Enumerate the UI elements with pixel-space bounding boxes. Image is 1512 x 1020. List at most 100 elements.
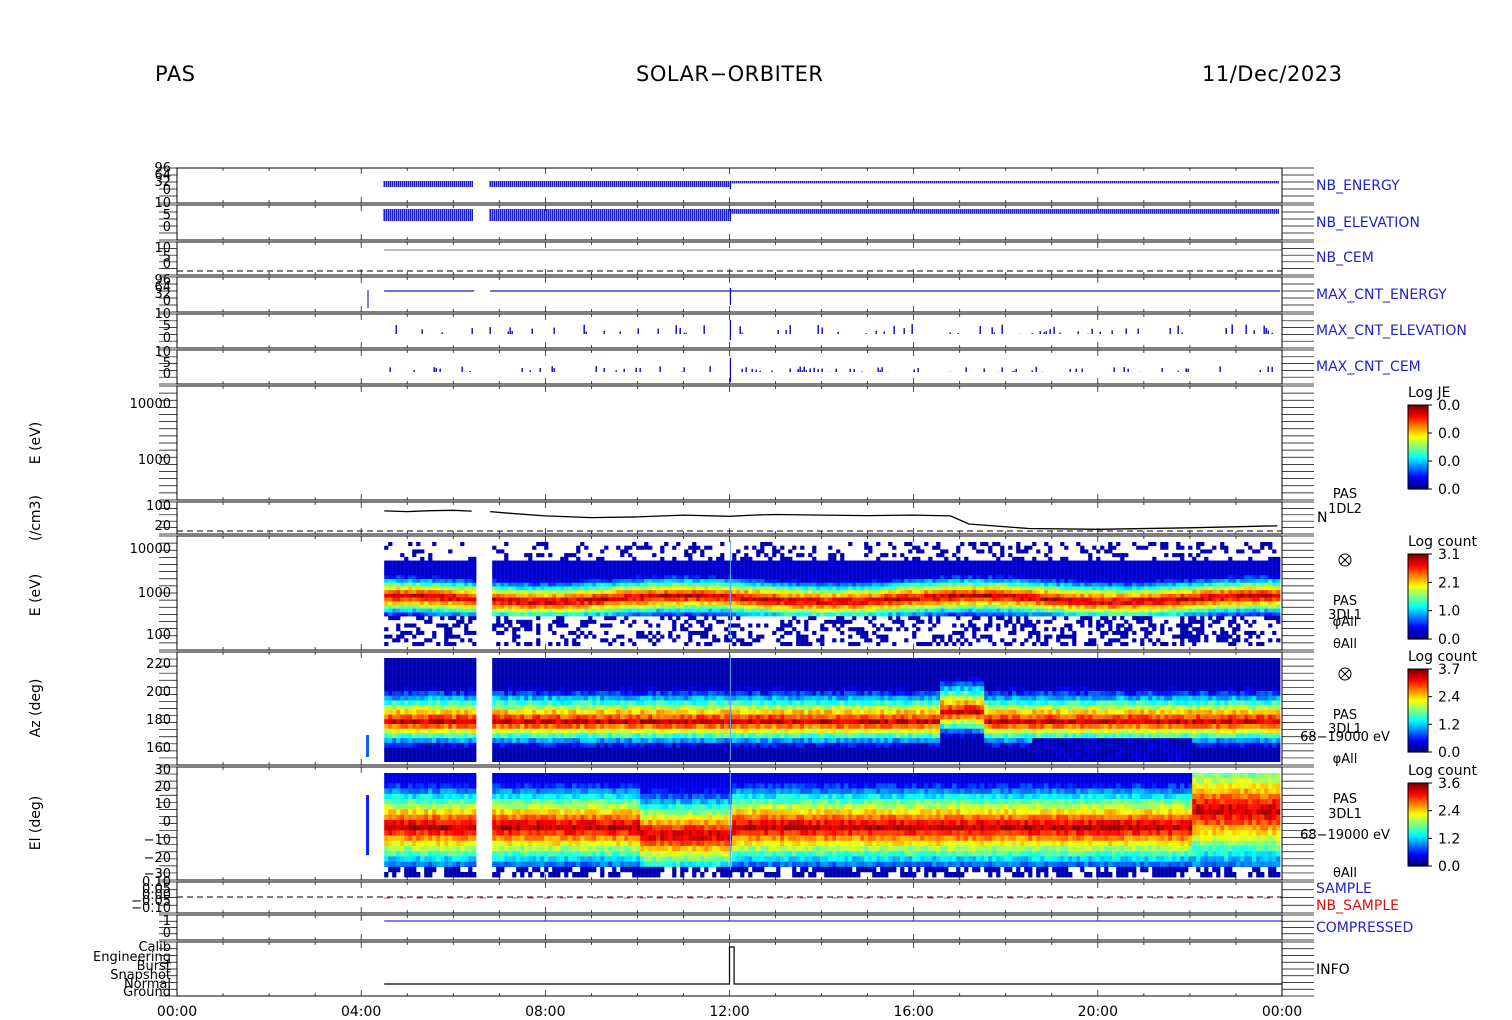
energy_spectrogram-cell bbox=[712, 608, 717, 613]
azimuth_spectrogram-tick-label: 200 bbox=[146, 685, 171, 700]
energy_spectrogram-cell bbox=[436, 579, 441, 584]
energy_spectrogram-cell bbox=[516, 567, 521, 572]
energy_spectrogram-cell bbox=[536, 571, 541, 576]
energy_spectrogram-cell bbox=[436, 575, 441, 580]
energy_spectrogram-cell bbox=[648, 638, 653, 643]
energy_spectrogram-cell bbox=[604, 567, 609, 572]
energy_spectrogram-cell bbox=[632, 575, 637, 580]
energy_spectrogram-cell bbox=[736, 549, 741, 554]
energy_spectrogram-cell bbox=[428, 553, 433, 558]
energy_spectrogram-cell bbox=[592, 586, 597, 591]
energy_spectrogram-cell bbox=[688, 586, 693, 591]
energy_spectrogram-cell bbox=[596, 571, 601, 576]
energy_spectrogram-cell bbox=[688, 638, 693, 643]
energy_spectrogram-cell bbox=[696, 586, 701, 591]
energy_spectrogram-cell bbox=[448, 590, 453, 595]
energy_spectrogram-cell bbox=[560, 575, 565, 580]
energy_spectrogram-cell bbox=[588, 567, 593, 572]
energy_spectrogram-cell bbox=[748, 630, 753, 635]
energy_spectrogram-cell bbox=[556, 619, 561, 624]
otimes-icon bbox=[1340, 669, 1350, 679]
energy_spectrogram-cell bbox=[752, 608, 757, 613]
energy_spectrogram-cell bbox=[568, 601, 573, 606]
energy_spectrogram-cell bbox=[652, 604, 657, 610]
energy_spectrogram-cell bbox=[576, 612, 581, 617]
energy_spectrogram-cell bbox=[672, 604, 677, 610]
energy_spectrogram-cell bbox=[576, 597, 581, 602]
energy_spectrogram-cell bbox=[604, 582, 609, 587]
energy_spectrogram-cell bbox=[724, 590, 729, 595]
energy_spectrogram-cell bbox=[528, 553, 533, 558]
energy_spectrogram-cell bbox=[668, 597, 673, 602]
energy_spectrogram-cell bbox=[644, 601, 649, 606]
energy_spectrogram-cell bbox=[668, 575, 673, 580]
energy_spectrogram-cell bbox=[468, 604, 473, 610]
energy_spectrogram-cell bbox=[448, 601, 453, 606]
energy_spectrogram-cell bbox=[564, 597, 569, 602]
energy_spectrogram-cell bbox=[640, 634, 645, 639]
energy_spectrogram-cell bbox=[672, 560, 677, 565]
energy_spectrogram-cell bbox=[720, 608, 725, 613]
energy_spectrogram-cell bbox=[564, 623, 569, 628]
energy_spectrogram-cell bbox=[688, 545, 693, 550]
energy_spectrogram-cell bbox=[656, 593, 661, 598]
energy_spectrogram-cell bbox=[416, 586, 421, 591]
energy_spectrogram-cell bbox=[512, 634, 517, 639]
energy_spectrogram-cell bbox=[512, 608, 517, 613]
energy_spectrogram-cell bbox=[684, 579, 689, 584]
energy_spectrogram-cell bbox=[704, 627, 709, 632]
max_cnt_cem-label: MAX_CNT_CEM bbox=[1316, 359, 1421, 375]
energy_spectrogram-cell bbox=[552, 564, 557, 569]
energy_spectrogram-cell bbox=[552, 601, 557, 606]
energy_spectrogram-cell bbox=[732, 575, 737, 580]
energy_spectrogram-cell bbox=[684, 608, 689, 613]
energy_spectrogram-cell bbox=[608, 590, 613, 595]
energy_spectrogram-cell bbox=[548, 642, 553, 647]
energy_spectrogram-cell bbox=[748, 560, 753, 565]
energy_spectrogram-cell bbox=[552, 630, 557, 635]
energy_spectrogram-cell bbox=[676, 608, 681, 613]
energy_spectrogram-cell bbox=[688, 608, 693, 613]
energy_spectrogram-cell bbox=[620, 571, 625, 576]
energy_spectrogram-cell bbox=[400, 630, 405, 635]
energy_spectrogram-cell bbox=[432, 575, 437, 580]
energy_spectrogram-cell bbox=[448, 630, 453, 635]
energy_spectrogram-cell bbox=[576, 549, 581, 554]
energy_spectrogram-cell bbox=[708, 571, 713, 576]
energy_spectrogram-cell bbox=[756, 567, 761, 572]
energy_spectrogram-cell bbox=[496, 586, 501, 591]
energy_spectrogram-cell bbox=[560, 593, 565, 598]
energy_spectrogram-cell bbox=[540, 582, 545, 587]
energy_spectrogram-cell bbox=[660, 604, 665, 610]
energy_spectrogram-cell bbox=[608, 560, 613, 565]
energy_spectrogram-cell bbox=[492, 597, 497, 602]
energy_spectrogram-cell bbox=[608, 612, 613, 617]
energy_spectrogram-cell bbox=[440, 612, 445, 617]
energy_spectrogram-cell bbox=[612, 567, 617, 572]
energy_spectrogram-cell bbox=[524, 567, 529, 572]
energy_spectrogram-cell bbox=[412, 582, 417, 587]
energy_spectrogram-cell bbox=[744, 556, 749, 561]
energy_spectrogram-cell bbox=[564, 553, 569, 558]
energy_spectrogram-cell bbox=[588, 571, 593, 576]
energy_spectrogram-cell bbox=[648, 623, 653, 628]
energy_spectrogram-cell bbox=[720, 619, 725, 624]
energy_spectrogram-cell bbox=[496, 616, 501, 621]
energy_spectrogram-cell bbox=[396, 616, 401, 621]
energy_spectrogram-cell bbox=[452, 612, 457, 617]
energy_spectrogram-cell bbox=[612, 564, 617, 569]
energy_spectrogram-cell bbox=[572, 553, 577, 558]
energy_spectrogram-cell bbox=[756, 623, 761, 628]
energy_spectrogram-cell bbox=[560, 582, 565, 587]
energy_spectrogram-cell bbox=[664, 560, 669, 565]
energy_spectrogram-cell bbox=[620, 634, 625, 639]
energy_spectrogram-cell bbox=[572, 604, 577, 610]
energy_spectrogram-cell bbox=[724, 634, 729, 639]
energy_spectrogram-cell bbox=[684, 567, 689, 572]
energy_spectrogram-cell bbox=[536, 638, 541, 643]
energy_spectrogram-cell bbox=[716, 586, 721, 591]
energy_spectrogram-cell bbox=[644, 608, 649, 613]
energy_spectrogram-cell bbox=[592, 608, 597, 613]
energy_spectrogram-cell bbox=[396, 627, 401, 632]
energy_spectrogram-cell bbox=[640, 593, 645, 598]
